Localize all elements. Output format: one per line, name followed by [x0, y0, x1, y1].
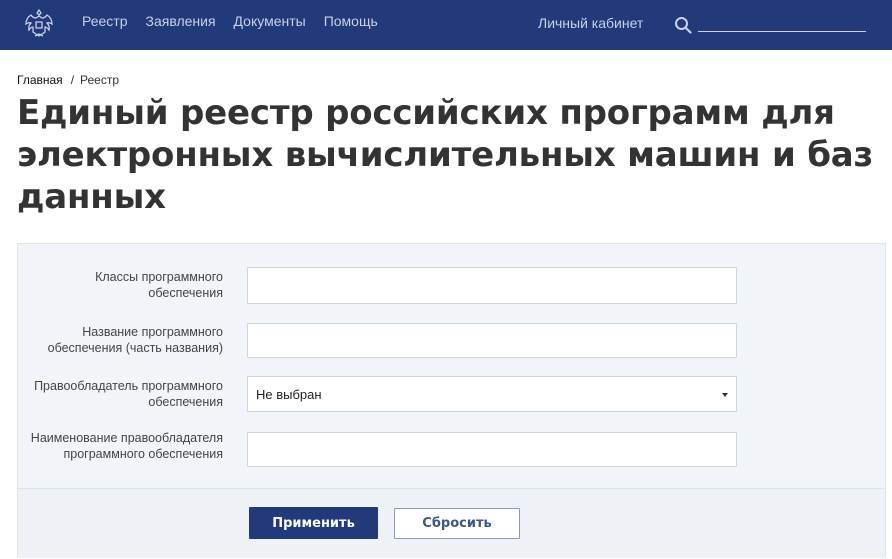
- software-name-input[interactable]: [247, 323, 737, 358]
- search-input[interactable]: [698, 12, 866, 32]
- caret-down-icon: [722, 393, 728, 397]
- coat-of-arms-logo-icon[interactable]: [22, 6, 56, 40]
- nav-item-documents[interactable]: Документы: [234, 13, 306, 29]
- filter-panel: Классы программного обеспечения Название…: [17, 243, 886, 558]
- search-icon[interactable]: [674, 16, 692, 34]
- breadcrumb-current: Реестр: [80, 73, 120, 87]
- rightholder-label: Правообладатель программного обеспечения: [34, 379, 223, 409]
- software-class-label: Классы программного обеспечения: [95, 270, 223, 300]
- personal-cabinet-link[interactable]: Личный кабинет: [538, 15, 643, 31]
- rightholder-select[interactable]: Не выбран: [247, 376, 737, 412]
- reset-button[interactable]: Сбросить: [394, 508, 520, 539]
- nav-item-registry[interactable]: Реестр: [82, 13, 128, 29]
- rightholder-name-label: Наименование правообладателя программног…: [30, 431, 223, 461]
- software-name-label: Название программного обеспечения (часть…: [47, 325, 223, 355]
- main-nav: Реестр Заявления Документы Помощь: [82, 13, 396, 29]
- page-title: Единый реестр российских программ для эл…: [17, 93, 874, 217]
- nav-item-applications[interactable]: Заявления: [146, 13, 216, 29]
- nav-item-help[interactable]: Помощь: [324, 13, 378, 29]
- top-navigation-bar: Реестр Заявления Документы Помощь Личный…: [0, 0, 892, 50]
- apply-button[interactable]: Применить: [249, 507, 378, 539]
- rightholder-select-value: Не выбран: [256, 387, 322, 402]
- breadcrumb-separator: /: [70, 73, 75, 87]
- software-class-input[interactable]: [247, 267, 737, 304]
- rightholder-name-input[interactable]: [247, 432, 737, 467]
- filter-actions-bar: Применить Сбросить: [18, 488, 885, 558]
- breadcrumb: Главная / Реестр: [17, 73, 119, 87]
- breadcrumb-home-link[interactable]: Главная: [17, 73, 63, 87]
